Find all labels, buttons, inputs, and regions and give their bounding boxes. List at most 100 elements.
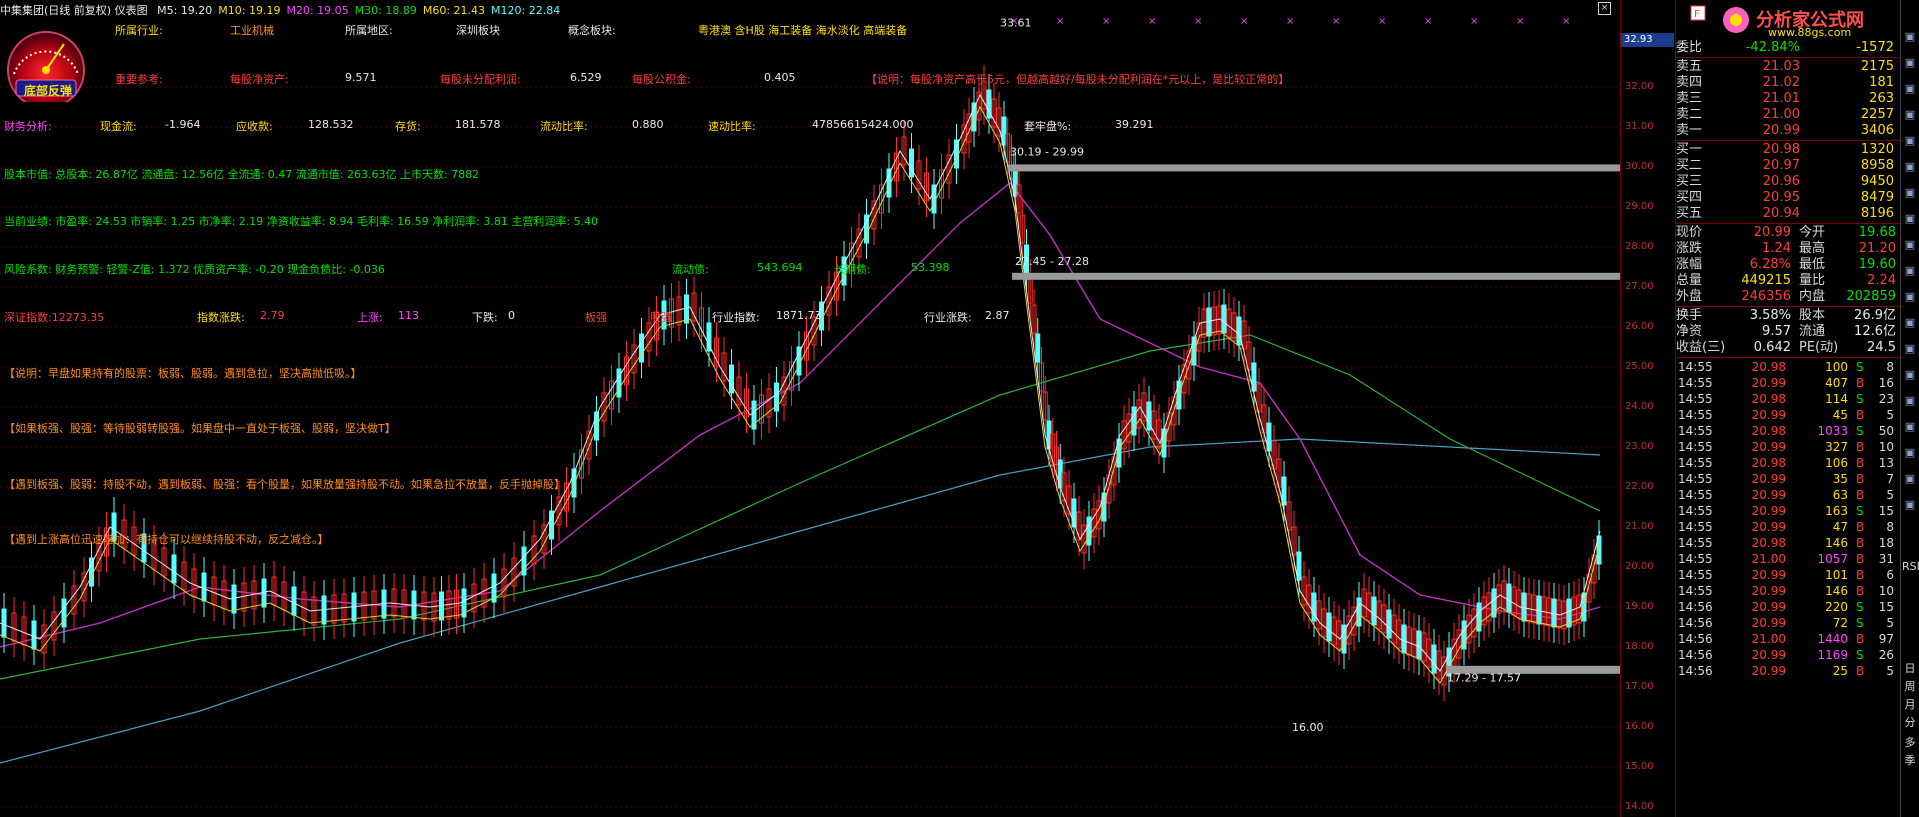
tick-row[interactable]: 14:55 20.99 407 B 16 (1676, 375, 1901, 391)
side-tool-button[interactable]: 分 (1902, 714, 1918, 730)
tick-row[interactable]: 14:55 20.98 1033 S 50 (1676, 423, 1901, 439)
tick-list[interactable]: 14:55 20.98 100 S 8 14:55 20.99 407 B 16 14:55 20.9… (1676, 359, 1901, 679)
fundamental-row: 收益(三) 0.642 PE(动) 24.5 (1676, 340, 1901, 356)
tick-volume: 106 (1825, 456, 1848, 470)
tick-count: 15 (1878, 504, 1894, 518)
tool-icon[interactable]: ▣ (1902, 108, 1918, 121)
tick-row[interactable]: 14:55 20.99 47 B 8 (1676, 519, 1901, 535)
tick-row[interactable]: 14:56 21.00 1440 B 97 (1676, 631, 1901, 647)
tick-time: 14:55 (1678, 536, 1713, 550)
tick-price: 20.99 (1751, 408, 1786, 422)
tool-icon[interactable]: ▣ (1902, 212, 1918, 225)
price-tick: 25.00 (1625, 361, 1654, 372)
orderbook-volume: 181 (1869, 75, 1894, 90)
tick-row[interactable]: 14:56 20.99 25 B 5 (1676, 663, 1901, 679)
side-tool-button[interactable]: 多 (1902, 734, 1918, 750)
tick-count: 15 (1878, 600, 1894, 614)
tick-volume: 72 (1832, 616, 1848, 630)
tick-direction: B (1856, 376, 1865, 390)
quote-label: 最高 (1799, 241, 1826, 256)
tool-icon[interactable]: ▣ (1902, 368, 1918, 381)
tool-icon[interactable]: ▣ (1902, 342, 1918, 355)
orderbook-label: 买四 (1676, 190, 1703, 205)
tick-price: 20.98 (1751, 424, 1786, 438)
tool-icon[interactable]: ▣ (1902, 56, 1918, 69)
tool-icon[interactable]: ▣ (1902, 238, 1918, 251)
candle-body (61, 598, 67, 628)
tick-time: 14:55 (1678, 424, 1713, 438)
tick-row[interactable]: 14:55 20.99 146 B 10 (1676, 583, 1901, 599)
tick-price: 20.99 (1751, 520, 1786, 534)
side-tool-button[interactable]: RSI (1902, 560, 1919, 573)
tick-volume: 220 (1825, 600, 1848, 614)
tool-icon[interactable]: ▣ (1902, 30, 1918, 43)
tick-price: 20.99 (1751, 600, 1786, 614)
orderbook-row: 买五 20.94 8196 (1676, 206, 1901, 222)
indicator-text: 0.405 (764, 71, 796, 84)
tool-icon[interactable]: ▣ (1902, 290, 1918, 303)
signal-marker-icon: × (1378, 16, 1386, 27)
tick-row[interactable]: 14:55 20.99 327 B 10 (1676, 439, 1901, 455)
orderbook-row: 卖四 21.02 181 (1676, 75, 1901, 91)
tool-icon[interactable]: ▣ (1902, 316, 1918, 329)
tick-row[interactable]: 14:55 20.99 35 B 7 (1676, 471, 1901, 487)
side-tool-button[interactable]: 日 (1902, 660, 1918, 676)
tick-time: 14:55 (1678, 472, 1713, 486)
side-tool-button[interactable]: 月 (1902, 696, 1918, 712)
tool-icon[interactable]: ▣ (1902, 160, 1918, 173)
tool-icon[interactable]: ▣ (1902, 498, 1918, 511)
quote-value: 19.60 (1858, 257, 1896, 272)
quote-summary: 现价 20.99 今开 19.68 涨跌 1.24 最高 21.20 涨幅 6.28% 最低 19.6… (1676, 225, 1901, 305)
tool-icon[interactable]: ▣ (1902, 186, 1918, 199)
tick-row[interactable]: 14:55 20.98 100 S 8 (1676, 359, 1901, 375)
price-tick: 27.00 (1625, 281, 1654, 292)
tick-volume: 25 (1832, 664, 1848, 678)
fundamental-label: 收益(三) (1676, 340, 1726, 355)
price-tick: 16.00 (1625, 721, 1654, 732)
tick-row[interactable]: 14:56 20.99 220 S 15 (1676, 599, 1901, 615)
tool-icon[interactable]: ▣ (1902, 446, 1918, 459)
tick-time: 14:55 (1678, 520, 1713, 534)
fundamental-label: 净资 (1676, 324, 1703, 339)
price-annotation: 16.00 (1292, 721, 1324, 734)
indicator-text: 套牢盘%: (1024, 120, 1072, 133)
tool-icon[interactable]: ▣ (1902, 134, 1918, 147)
tick-time: 14:55 (1678, 552, 1713, 566)
tool-icon[interactable]: ▣ (1902, 264, 1918, 277)
orderbook-price: 20.97 (1762, 158, 1800, 173)
side-tool-button[interactable]: 周 (1902, 678, 1918, 694)
tool-icon[interactable]: ▣ (1902, 394, 1918, 407)
signal-marker-icon: × (1056, 16, 1064, 27)
tool-icon[interactable]: ▣ (1902, 420, 1918, 433)
signal-marker-icon: × (1286, 16, 1294, 27)
tick-row[interactable]: 14:56 20.99 72 S 5 (1676, 615, 1901, 631)
candle-body (1296, 551, 1302, 581)
tick-row[interactable]: 14:55 20.98 106 B 13 (1676, 455, 1901, 471)
quote-value: 449215 (1741, 273, 1791, 288)
ma-legend-item: M5: 19.20 (157, 4, 213, 17)
tick-row[interactable]: 14:55 21.00 1057 B 31 (1676, 551, 1901, 567)
orderbook-label: 卖二 (1676, 107, 1703, 122)
orderbook-label: 买二 (1676, 158, 1703, 173)
close-icon[interactable]: × (1598, 2, 1611, 15)
tick-row[interactable]: 14:55 20.99 101 B 6 (1676, 567, 1901, 583)
price-annotation: 27.45 - 27.28 (1015, 255, 1089, 268)
tool-icon[interactable]: ▣ (1902, 82, 1918, 95)
tick-row[interactable]: 14:56 20.99 1169 S 26 (1676, 647, 1901, 663)
tick-count: 13 (1878, 456, 1894, 470)
side-tool-button[interactable]: 季 (1902, 752, 1918, 768)
fundamentals: 换手 3.58% 股本 26.9亿 净资 9.57 流通 12.6亿 收益(三) 0.642 PE(… (1676, 308, 1901, 356)
candle-body (201, 572, 207, 602)
tick-count: 6 (1886, 568, 1894, 582)
tick-row[interactable]: 14:55 20.99 63 B 5 (1676, 487, 1901, 503)
tick-row[interactable]: 14:55 20.99 45 B 5 (1676, 407, 1901, 423)
tick-row[interactable]: 14:55 20.99 163 S 15 (1676, 503, 1901, 519)
tick-row[interactable]: 14:55 20.98 146 B 18 (1676, 535, 1901, 551)
tool-icon[interactable]: ▣ (1902, 472, 1918, 485)
tick-row[interactable]: 14:55 20.98 114 S 23 (1676, 391, 1901, 407)
tick-direction: B (1856, 520, 1865, 534)
indicator-text: 【说明：早盘如果持有的股票：板弱、股弱。遇到急拉，坚决高抛低吸。】 (4, 367, 362, 380)
quote-value: 6.28% (1749, 257, 1791, 272)
indicator-text: 【说明：每股净资产高于5元，但越高越好/每股未分配利润在*元以上，是比较正常的】 (866, 73, 1290, 86)
kline-chart-area[interactable]: 33.61 30.19 - 29.99 27.45 - 27.28 17.29 - 1… (0, 0, 1620, 817)
